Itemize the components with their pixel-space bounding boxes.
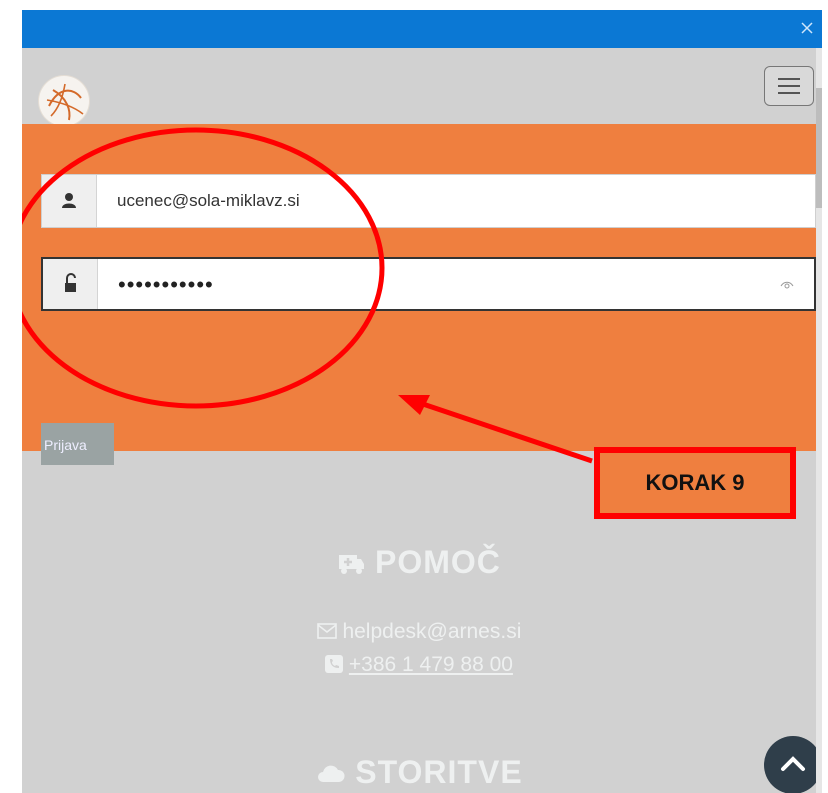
help-email-line[interactable]: helpdesk@arnes.si: [22, 620, 816, 644]
close-icon[interactable]: [798, 19, 816, 37]
help-phone-line[interactable]: +386 1 479 88 00: [22, 653, 816, 677]
page-scrollbar[interactable]: [816, 48, 822, 793]
step-callout: KORAK 9: [594, 447, 796, 519]
ambulance-icon: [339, 555, 365, 574]
services-title: STORITVE: [22, 754, 816, 791]
scroll-to-top-button[interactable]: [764, 736, 822, 793]
help-title: POMOČ: [22, 544, 816, 581]
cloud-icon: [318, 765, 345, 782]
login-page: ucenec@sola-miklavz.si ••••••••••• Prija…: [22, 48, 822, 793]
eye-icon[interactable]: [780, 278, 794, 292]
envelope-icon: [316, 623, 337, 639]
scrollbar-thumb[interactable]: [816, 88, 822, 208]
window-titlebar: [22, 10, 822, 48]
annotation-ellipse: [22, 127, 385, 409]
help-title-text: POMOČ: [375, 544, 501, 580]
hamburger-menu-icon: [778, 78, 800, 80]
services-title-text: STORITVE: [355, 754, 523, 790]
hamburger-menu-icon: [778, 85, 800, 87]
hamburger-menu-button[interactable]: [764, 66, 814, 106]
chevron-up-icon: [781, 756, 805, 771]
browser-window: ucenec@sola-miklavz.si ••••••••••• Prija…: [22, 10, 822, 793]
annotation-arrow: [398, 395, 593, 464]
help-phone-text[interactable]: +386 1 479 88 00: [349, 653, 513, 676]
phone-icon: [325, 655, 344, 673]
help-email-text[interactable]: helpdesk@arnes.si: [342, 620, 521, 643]
hamburger-menu-icon: [778, 92, 800, 94]
